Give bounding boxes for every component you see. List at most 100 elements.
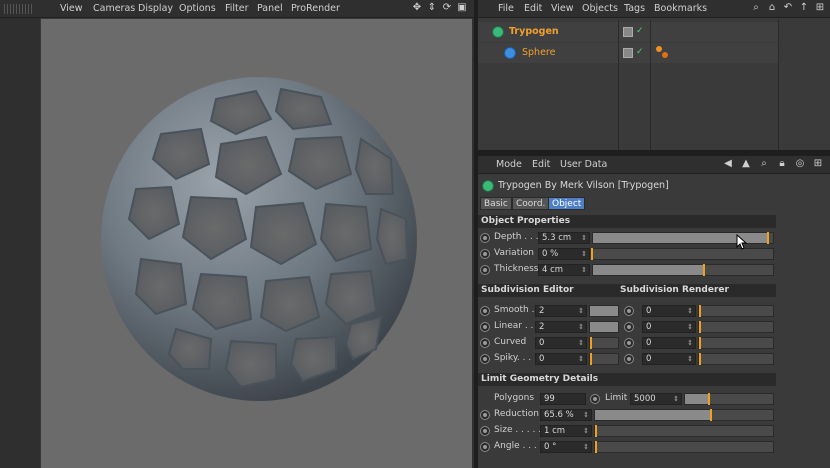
animate-radio[interactable]: [480, 410, 490, 420]
animate-radio[interactable]: [480, 233, 490, 243]
smooth-renderer-slider[interactable]: [698, 305, 774, 317]
target-icon[interactable]: ◎: [794, 158, 806, 170]
up-icon[interactable]: ↑: [798, 2, 810, 14]
animate-radio[interactable]: [480, 442, 490, 452]
spiky-renderer-slider[interactable]: [698, 353, 774, 365]
home-icon[interactable]: ⌂: [766, 2, 778, 14]
animate-radio[interactable]: [480, 426, 490, 436]
linear-renderer-field[interactable]: 0 ⇕: [642, 321, 696, 333]
section-object-properties[interactable]: Object Properties: [478, 215, 776, 228]
curved-renderer-field[interactable]: 0 ⇕: [642, 337, 696, 349]
reduction-slider[interactable]: [594, 409, 774, 421]
section-limit-geometry[interactable]: Limit Geometry Details: [478, 373, 776, 386]
smooth-renderer-field[interactable]: 0 ⇕: [642, 305, 696, 317]
object-name[interactable]: Sphere: [522, 47, 555, 58]
smooth-editor-field[interactable]: 2 ⇕: [535, 305, 587, 317]
menu-bookmarks[interactable]: Bookmarks: [654, 3, 707, 14]
size-slider[interactable]: [594, 425, 774, 437]
layer-icon[interactable]: [623, 27, 633, 37]
animate-radio[interactable]: [624, 338, 634, 348]
linear-editor-slider[interactable]: [589, 321, 619, 333]
angle-slider[interactable]: [594, 441, 774, 453]
spinner-icon: ⇕: [581, 266, 587, 274]
linear-renderer-slider[interactable]: [698, 321, 774, 333]
polygons-label: Polygons: [494, 393, 535, 403]
tab-basic[interactable]: Basic: [480, 197, 512, 210]
animate-radio[interactable]: [624, 306, 634, 316]
back-arrow-icon[interactable]: ◀: [722, 158, 734, 170]
section-subdivision[interactable]: Subdivision Editor Subdivision Renderer: [478, 284, 776, 297]
limit-slider[interactable]: [684, 393, 774, 405]
curved-editor-field[interactable]: 0 ⇕: [535, 337, 587, 349]
object-row-sphere[interactable]: Sphere ✓: [478, 43, 778, 63]
size-field[interactable]: 1 cm ⇕: [540, 425, 592, 437]
menu-edit[interactable]: Edit: [524, 3, 542, 14]
tab-coord[interactable]: Coord.: [512, 197, 550, 210]
smooth-editor-slider[interactable]: [589, 305, 619, 317]
menu-cameras[interactable]: Cameras: [93, 3, 135, 14]
menu-mode[interactable]: Mode: [496, 159, 522, 170]
spiky-renderer-field[interactable]: 0 ⇕: [642, 353, 696, 365]
column-divider: [650, 20, 651, 150]
new-window-icon[interactable]: ⊞: [812, 158, 824, 170]
menu-view[interactable]: View: [60, 3, 83, 14]
layer-icon[interactable]: [623, 48, 633, 58]
object-name[interactable]: Trypogen: [509, 26, 559, 37]
animate-radio[interactable]: [480, 265, 490, 275]
new-window-icon[interactable]: ⊞: [814, 2, 826, 14]
material-tag-icon[interactable]: [662, 52, 668, 58]
menu-panel[interactable]: Panel: [257, 3, 283, 14]
menu-file[interactable]: File: [498, 3, 514, 14]
depth-field[interactable]: 5.3 cm ⇕: [538, 232, 590, 244]
maximize-icon[interactable]: ▣: [456, 2, 468, 14]
thickness-field[interactable]: 4 cm ⇕: [538, 264, 590, 276]
viewport-canvas[interactable]: [40, 18, 472, 468]
curved-renderer-slider[interactable]: [698, 337, 774, 349]
angle-field[interactable]: 0 ° ⇕: [540, 441, 592, 453]
reduction-field[interactable]: 65.6 % ⇕: [540, 409, 592, 421]
animate-radio[interactable]: [480, 306, 490, 316]
curved-editor-slider[interactable]: [589, 337, 619, 349]
polygons-row: Polygons 99 Limit 5000 ⇕: [478, 392, 776, 407]
menu-filter[interactable]: Filter: [225, 3, 249, 14]
search-icon[interactable]: ⌕: [758, 158, 770, 170]
animate-radio[interactable]: [480, 338, 490, 348]
lock-icon[interactable]: 🔒︎: [776, 158, 788, 170]
linear-editor-field[interactable]: 2 ⇕: [535, 321, 587, 333]
animate-radio[interactable]: [480, 322, 490, 332]
material-tag-icon[interactable]: [656, 46, 662, 52]
menu-display[interactable]: Display: [138, 3, 173, 14]
animate-radio[interactable]: [480, 249, 490, 259]
menu-view[interactable]: View: [551, 3, 574, 14]
spiky-editor-field[interactable]: 0 ⇕: [535, 353, 587, 365]
object-row-trypogen[interactable]: Trypogen ✓: [478, 22, 778, 42]
zoom-icon[interactable]: ⇕: [426, 2, 438, 14]
slider-knob: [767, 232, 770, 244]
menu-objects[interactable]: Objects: [582, 3, 618, 14]
spiky-editor-slider[interactable]: [589, 353, 619, 365]
limit-checkbox[interactable]: [590, 394, 600, 404]
menu-edit[interactable]: Edit: [532, 159, 550, 170]
rotate-icon[interactable]: ⟳: [441, 2, 453, 14]
move-icon[interactable]: ✥: [411, 2, 423, 14]
variation-field[interactable]: 0 % ⇕: [538, 248, 590, 260]
menu-tags[interactable]: Tags: [624, 3, 645, 14]
search-icon[interactable]: ⌕: [750, 2, 762, 14]
back-icon[interactable]: ↶: [782, 2, 794, 14]
enabled-check-icon[interactable]: ✓: [636, 47, 650, 57]
animate-radio[interactable]: [624, 354, 634, 364]
limit-field[interactable]: 5000 ⇕: [630, 393, 682, 405]
tab-object[interactable]: Object: [548, 197, 586, 210]
polygons-field: 99: [540, 393, 586, 405]
spiky-row: Spiky. . . 0 ⇕ 0 ⇕: [478, 352, 776, 367]
menu-user-data[interactable]: User Data: [560, 159, 607, 170]
animate-radio[interactable]: [480, 354, 490, 364]
menu-options[interactable]: Options: [179, 3, 216, 14]
menu-prorender[interactable]: ProRender: [291, 3, 340, 14]
enabled-check-icon[interactable]: ✓: [636, 26, 650, 36]
grip-handle[interactable]: [4, 4, 32, 14]
animate-radio[interactable]: [624, 322, 634, 332]
thickness-slider[interactable]: [592, 264, 774, 276]
up-arrow-icon[interactable]: ▲: [740, 158, 752, 170]
subdivision-renderer-header: Subdivision Renderer: [620, 285, 729, 295]
